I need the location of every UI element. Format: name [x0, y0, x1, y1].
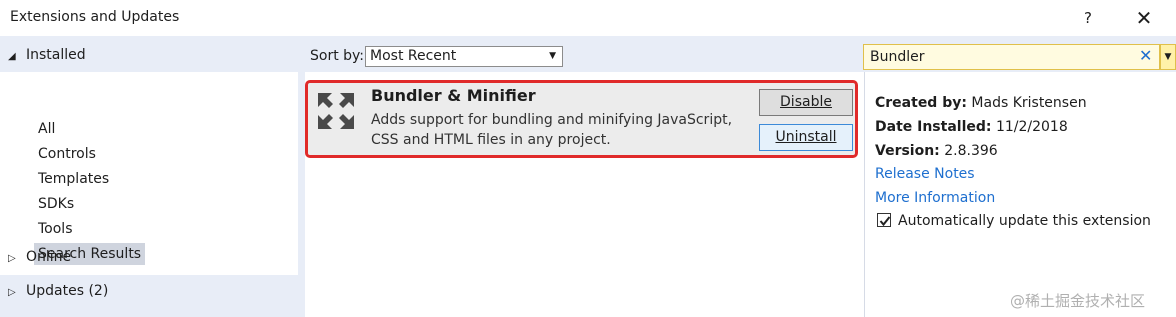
window-title: Extensions and Updates: [10, 9, 180, 25]
sort-by-label: Sort by:: [310, 48, 365, 64]
sort-dropdown[interactable]: Most Recent ▼: [365, 46, 563, 67]
extension-description: Adds support for bundling and minifying …: [371, 110, 741, 150]
checkmark-icon: [879, 216, 891, 227]
toolbar: Sort by: Most Recent ▼ ✕ ▼: [305, 36, 1176, 72]
expanded-triangle-icon: ◢: [8, 51, 16, 62]
watermark: @稀土掘金技术社区: [1010, 292, 1146, 310]
close-icon: ✕: [1135, 6, 1153, 30]
disable-button[interactable]: Disable: [759, 89, 853, 116]
version-label: Version:: [875, 143, 940, 159]
installed-subcategory-list: All Controls Templates SDKs Tools Search…: [0, 72, 298, 275]
created-by-label: Created by:: [875, 95, 967, 111]
nav-item-controls[interactable]: Controls: [34, 143, 100, 165]
results-list: Bundler & Minifier Adds support for bund…: [305, 72, 864, 317]
nav-item-all[interactable]: All: [34, 118, 59, 140]
date-installed-value: 11/2/2018: [995, 119, 1068, 135]
nav-item-templates[interactable]: Templates: [34, 168, 113, 190]
disable-button-label: Disable: [780, 94, 832, 110]
nav-item-sdks[interactable]: SDKs: [34, 193, 78, 215]
release-notes-link[interactable]: Release Notes: [875, 166, 975, 182]
clear-search-icon[interactable]: ✕: [1139, 46, 1152, 65]
search-box: ✕: [863, 44, 1160, 70]
category-online-label: Online: [26, 249, 72, 265]
uninstall-button[interactable]: Uninstall: [759, 124, 853, 151]
uninstall-button-label: Uninstall: [775, 129, 837, 145]
close-button[interactable]: ✕: [1130, 4, 1158, 32]
category-updates[interactable]: ▷ Updates (2): [8, 280, 108, 302]
more-information-link[interactable]: More Information: [875, 190, 995, 206]
extension-list-item[interactable]: Bundler & Minifier Adds support for bund…: [305, 80, 858, 158]
date-installed-label: Date Installed:: [875, 119, 992, 135]
search-options-dropdown[interactable]: ▼: [1160, 44, 1176, 70]
chevron-down-icon: ▼: [1164, 52, 1172, 62]
title-bar: Extensions and Updates ? ✕: [0, 0, 1176, 36]
category-installed-label: Installed: [26, 47, 86, 63]
version-row: Version: 2.8.396: [875, 143, 998, 159]
details-panel: Created by: Mads Kristensen Date Install…: [864, 72, 1176, 317]
nav-item-tools[interactable]: Tools: [34, 218, 77, 240]
sort-dropdown-value: Most Recent: [370, 48, 457, 64]
created-by-value: Mads Kristensen: [971, 95, 1087, 111]
auto-update-checkbox[interactable]: [877, 213, 891, 227]
help-button[interactable]: ?: [1074, 4, 1102, 32]
auto-update-label: Automatically update this extension: [898, 213, 1151, 229]
category-online[interactable]: ▷ Online: [8, 246, 71, 268]
collapsed-triangle-icon: ▷: [8, 287, 16, 298]
version-value: 2.8.396: [944, 143, 998, 159]
extensions-dialog: Extensions and Updates ? ✕ ◢ Installed Al…: [0, 0, 1176, 317]
search-input[interactable]: [864, 45, 1134, 69]
category-updates-label: Updates (2): [26, 283, 109, 299]
category-installed[interactable]: ◢ Installed: [8, 44, 86, 66]
created-by-row: Created by: Mads Kristensen: [875, 95, 1087, 111]
date-installed-row: Date Installed: 11/2/2018: [875, 119, 1068, 135]
extension-arrows-icon: [318, 93, 354, 129]
extension-name: Bundler & Minifier: [371, 86, 536, 105]
description-line-2: CSS and HTML files in any project.: [371, 132, 611, 148]
collapsed-triangle-icon: ▷: [8, 253, 16, 264]
category-panel: ◢ Installed All Controls Templates SDKs T…: [0, 36, 305, 317]
chevron-down-icon: ▼: [549, 51, 556, 61]
description-line-1: Adds support for bundling and minifying …: [371, 112, 733, 128]
